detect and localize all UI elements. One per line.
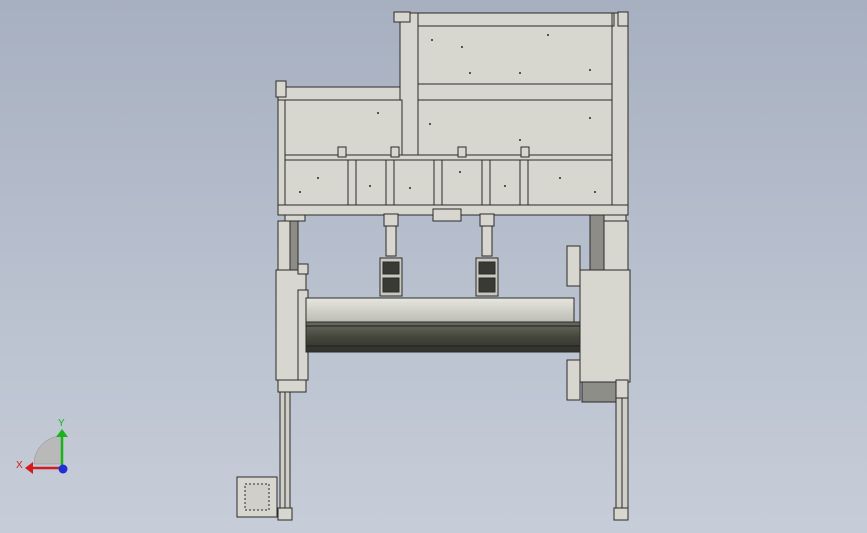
axis-triad: Y X	[16, 418, 68, 474]
right-column	[566, 214, 631, 403]
drive-unit-right	[475, 213, 499, 297]
roller-assembly	[305, 297, 581, 353]
machine-drawing: Y X	[16, 11, 631, 521]
cad-viewport[interactable]: Y X	[0, 0, 867, 533]
control-box	[236, 476, 278, 518]
x-axis-label: X	[16, 460, 23, 471]
triad-plane	[33, 435, 63, 465]
y-axis-label: Y	[58, 418, 65, 429]
left-column	[275, 220, 309, 393]
right-leg	[613, 397, 629, 521]
drive-unit-left	[379, 213, 403, 297]
left-leg	[277, 391, 293, 521]
z-axis-dot	[58, 464, 68, 474]
